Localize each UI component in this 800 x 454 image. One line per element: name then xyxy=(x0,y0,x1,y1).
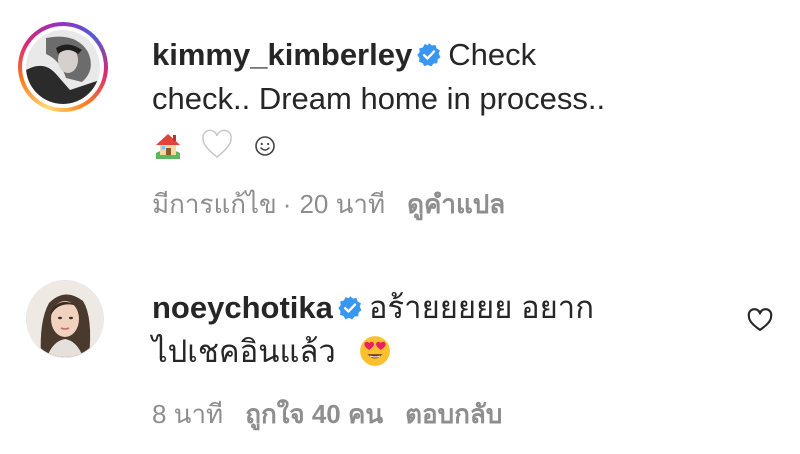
verified-badge-icon xyxy=(338,296,362,320)
likes-count[interactable]: ถูกใจ 40 คน xyxy=(245,399,383,429)
comment-meta: 8 นาที ถูกใจ 40 คน ตอบกลับ xyxy=(152,394,524,435)
see-translation-button[interactable]: ดูคำแปล xyxy=(407,189,505,219)
comments-list: kimmy_kimberley Check check.. Dream home… xyxy=(0,0,800,454)
comment-body: noeychotika อร้ายยยยย อยาก ไปเชคอินแล้ว xyxy=(152,286,690,374)
verified-badge-icon xyxy=(417,43,441,67)
smiley-icon xyxy=(255,136,276,156)
emoji-row xyxy=(152,123,289,167)
meta-separator: · xyxy=(282,189,292,219)
comment-body: kimmy_kimberley Check check.. Dream home… xyxy=(152,33,710,167)
comment-text-continued: ไปเชคอินแล้ว xyxy=(152,334,336,369)
avatar[interactable] xyxy=(26,30,100,104)
like-heart-icon[interactable] xyxy=(746,306,774,334)
story-ring[interactable] xyxy=(18,22,108,112)
comment-time[interactable]: 20 นาที xyxy=(299,189,385,219)
white-heart-icon xyxy=(201,129,232,158)
heart-eyes-emoji-icon xyxy=(360,336,391,366)
username-link[interactable]: noeychotika xyxy=(152,290,333,325)
username-link[interactable]: kimmy_kimberley xyxy=(152,37,412,72)
edited-label: มีการแก้ไข xyxy=(152,189,277,219)
comment-text-continued: check.. Dream home in process.. xyxy=(152,81,606,116)
comment-meta: มีการแก้ไข · 20 นาที ดูคำแปล xyxy=(152,184,527,225)
comment-time[interactable]: 8 นาที xyxy=(152,399,223,429)
comment-text: อร้ายยยยย อยาก xyxy=(368,290,594,325)
house-emoji-icon xyxy=(156,133,180,159)
reply-button[interactable]: ตอบกลับ xyxy=(405,399,502,429)
avatar[interactable] xyxy=(26,280,104,358)
comment-text: Check xyxy=(448,37,537,72)
